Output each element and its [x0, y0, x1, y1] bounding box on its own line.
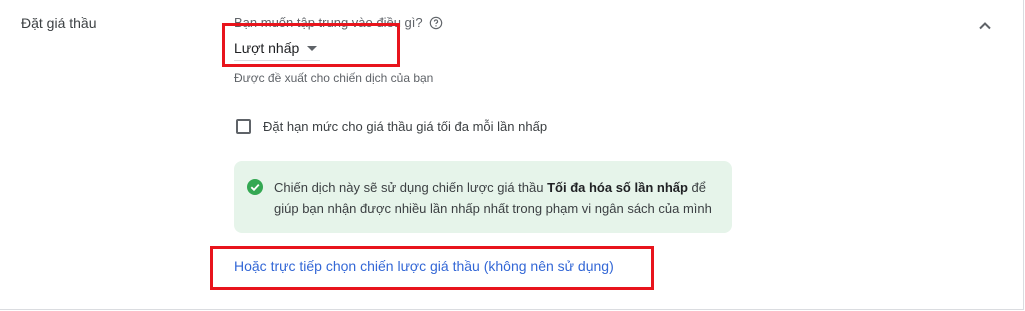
choose-strategy-link[interactable]: Hoặc trực tiếp chọn chiến lược giá thầu … [234, 258, 614, 274]
focus-dropdown[interactable]: Lượt nhấp [234, 36, 320, 61]
strategy-info-box: Chiến dịch này sẽ sử dụng chiến lược giá… [234, 161, 732, 233]
dropdown-arrow-icon [307, 45, 318, 51]
bidding-panel: Đặt giá thầu Bạn muốn tập trung vào điều… [0, 0, 1024, 310]
check-circle-icon [247, 179, 263, 195]
max-cpc-checkbox-row[interactable]: Đặt hạn mức cho giá thầu giá tối đa mỗi … [236, 119, 547, 134]
max-cpc-label: Đặt hạn mức cho giá thầu giá tối đa mỗi … [263, 119, 548, 134]
recommendation-hint: Được đề xuất cho chiến dịch của bạn [234, 71, 434, 85]
help-circle-icon[interactable] [429, 16, 443, 30]
info-text-before: Chiến dịch này sẽ sử dụng chiến lược giá… [274, 180, 548, 195]
strategy-info-text: Chiến dịch này sẽ sử dụng chiến lược giá… [274, 177, 724, 219]
strategy-name: Tối đa hóa số lần nhấp [547, 180, 688, 195]
section-title: Đặt giá thầu [21, 15, 97, 31]
focus-dropdown-value: Lượt nhấp [234, 40, 300, 56]
max-cpc-checkbox[interactable] [236, 119, 251, 134]
chevron-up-icon[interactable] [975, 16, 995, 36]
focus-question: Bạn muốn tập trung vào điều gì? [234, 15, 443, 30]
focus-question-label: Bạn muốn tập trung vào điều gì? [234, 15, 423, 30]
